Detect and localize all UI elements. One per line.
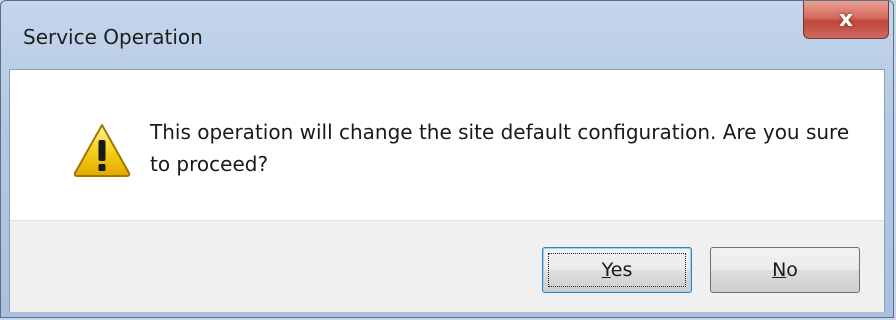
message-text: This operation will change the site defa…	[150, 120, 850, 176]
no-button[interactable]: No	[710, 247, 860, 293]
button-area: Yes No	[10, 220, 884, 312]
close-icon: x	[838, 7, 854, 32]
dialog-title: Service Operation	[23, 25, 203, 49]
dialog-content: This operation will change the site defa…	[9, 69, 885, 312]
yes-button-label: Yes	[601, 259, 633, 281]
message-area: This operation will change the site defa…	[10, 70, 884, 220]
yes-button[interactable]: Yes	[542, 247, 692, 293]
close-button[interactable]: x	[803, 1, 889, 39]
no-button-label: No	[772, 259, 798, 281]
warning-icon	[73, 124, 131, 177]
dialog-window: Service Operation x This operation will …	[0, 0, 894, 318]
title-bar[interactable]: Service Operation x	[1, 1, 893, 69]
